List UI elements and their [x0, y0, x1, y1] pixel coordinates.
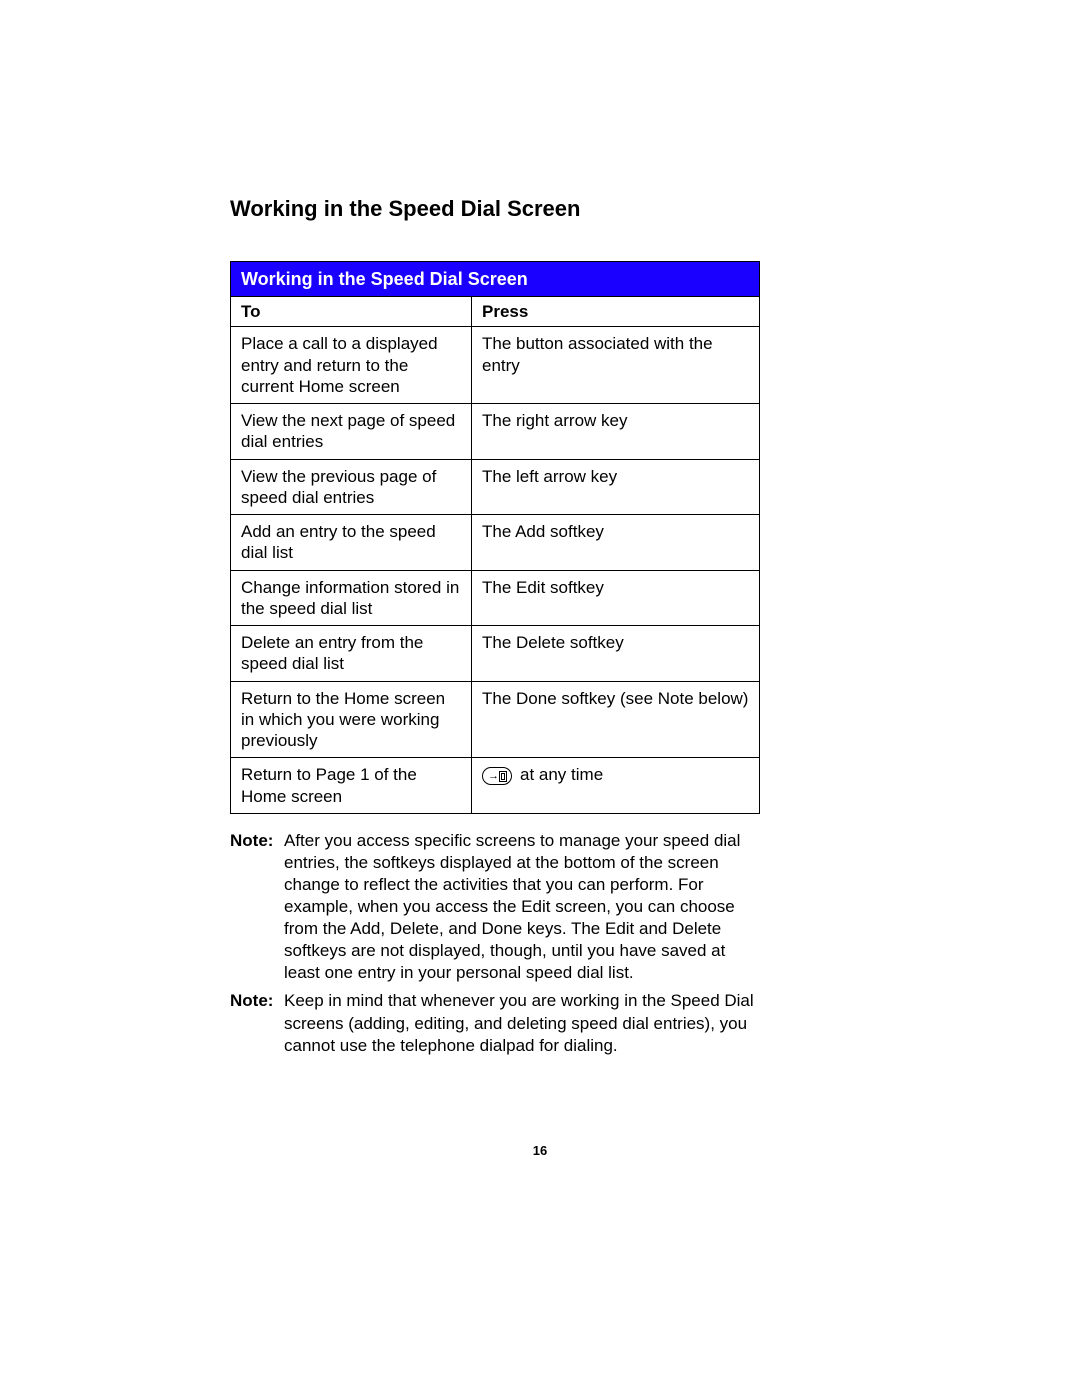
speed-dial-table: Working in the Speed Dial Screen To Pres… — [230, 261, 760, 814]
cell-press-text: The Done softkey (see Note below) — [482, 689, 748, 708]
table-row: Add an entry to the speed dial list The A… — [231, 515, 760, 571]
table-row: Return to the Home screen in which you w… — [231, 681, 760, 758]
table-header-row: To Press — [231, 297, 760, 327]
table-title-row: Working in the Speed Dial Screen — [231, 261, 760, 297]
note-label: Note: — [230, 990, 284, 1056]
table-row: Return to Page 1 of the Home screen → at a… — [231, 758, 760, 814]
note: Note:Keep in mind that whenever you are … — [230, 990, 760, 1056]
cell-to: Place a call to a displayed entry and re… — [231, 327, 472, 404]
cell-press-text: The button associated with the entry — [482, 334, 713, 374]
column-header-press: Press — [472, 297, 760, 327]
cell-press: The button associated with the entry — [472, 327, 760, 404]
cell-press-text: The right arrow key — [482, 411, 628, 430]
cell-press: The left arrow key — [472, 459, 760, 515]
cell-press: The Edit softkey — [472, 570, 760, 626]
notes-block: Note:After you access specific screens t… — [230, 830, 760, 1057]
page-heading: Working in the Speed Dial Screen — [230, 195, 860, 223]
table-row: Place a call to a displayed entry and re… — [231, 327, 760, 404]
cell-to: Return to Page 1 of the Home screen — [231, 758, 472, 814]
column-header-to: To — [231, 297, 472, 327]
cell-to: Delete an entry from the speed dial list — [231, 626, 472, 682]
cell-to: Change information stored in the speed d… — [231, 570, 472, 626]
table-row: View the previous page of speed dial ent… — [231, 459, 760, 515]
table-row: View the next page of speed dial entries… — [231, 404, 760, 460]
note-body: After you access specific screens to man… — [284, 830, 760, 985]
cell-press: The Delete softkey — [472, 626, 760, 682]
cell-to: View the previous page of speed dial ent… — [231, 459, 472, 515]
cell-press-text: The left arrow key — [482, 467, 617, 486]
note-body: Keep in mind that whenever you are worki… — [284, 990, 760, 1056]
cell-press: The right arrow key — [472, 404, 760, 460]
cell-press-text: The Add softkey — [482, 522, 604, 541]
cell-to: Add an entry to the speed dial list — [231, 515, 472, 571]
note-label: Note: — [230, 830, 284, 985]
note: Note:After you access specific screens t… — [230, 830, 760, 985]
cell-press-text: at any time — [520, 765, 603, 784]
cell-press: The Done softkey (see Note below) — [472, 681, 760, 758]
phone-exit-icon: → — [482, 767, 512, 785]
cell-to: View the next page of speed dial entries — [231, 404, 472, 460]
page-number: 16 — [0, 1143, 1080, 1159]
cell-press: → at any time — [472, 758, 760, 814]
table-title: Working in the Speed Dial Screen — [231, 261, 760, 297]
cell-to: Return to the Home screen in which you w… — [231, 681, 472, 758]
cell-press-text: The Edit softkey — [482, 578, 604, 597]
cell-press: The Add softkey — [472, 515, 760, 571]
cell-press-text: The Delete softkey — [482, 633, 624, 652]
document-page: Working in the Speed Dial Screen Working… — [0, 0, 1080, 1397]
table-row: Change information stored in the speed d… — [231, 570, 760, 626]
table-row: Delete an entry from the speed dial list… — [231, 626, 760, 682]
